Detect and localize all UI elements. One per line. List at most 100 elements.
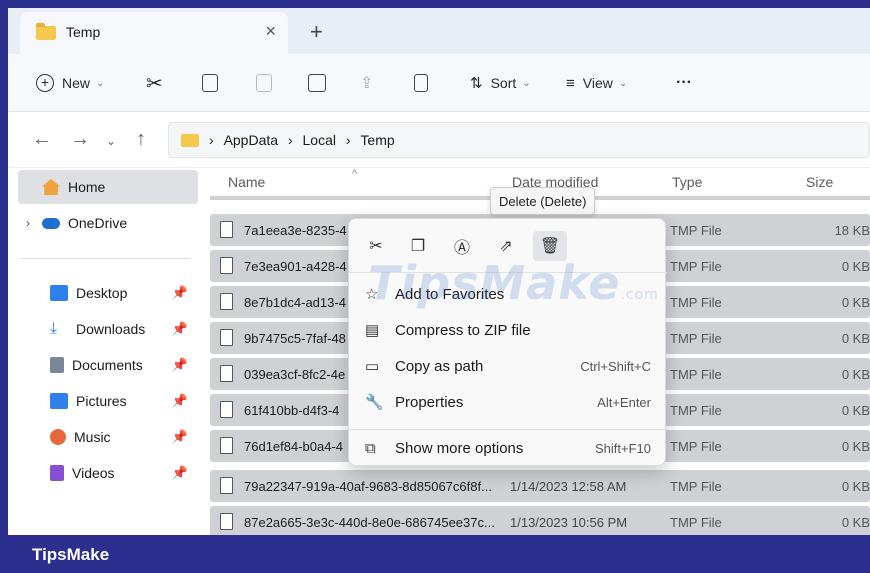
column-header-type[interactable]: Type bbox=[672, 174, 702, 190]
pin-icon[interactable]: 📌 bbox=[172, 465, 188, 481]
picture-icon bbox=[50, 393, 68, 409]
sidebar-item-pictures[interactable]: Pictures 📌 bbox=[18, 384, 198, 418]
music-icon bbox=[50, 429, 66, 445]
sidebar-item-desktop[interactable]: Desktop 📌 bbox=[18, 276, 198, 310]
column-header-name[interactable]: Name bbox=[228, 174, 265, 190]
column-header-size[interactable]: Size bbox=[806, 174, 833, 190]
recent-chevron-icon[interactable]: ⌄ bbox=[106, 134, 116, 148]
menu-item-properties[interactable]: 🔧 Properties Alt+Enter bbox=[349, 385, 667, 419]
sidebar-item-downloads[interactable]: ⤓ Downloads 📌 bbox=[18, 312, 198, 346]
chevron-down-icon: ⌄ bbox=[618, 77, 628, 89]
file-type: TMP File bbox=[670, 367, 722, 382]
close-tab-icon[interactable]: × bbox=[265, 21, 276, 42]
file-type: TMP File bbox=[670, 295, 722, 310]
sort-button[interactable]: ⇅ Sort ⌄ bbox=[470, 68, 531, 98]
share-button[interactable]: ⇪ bbox=[360, 68, 373, 98]
breadcrumb-separator: › bbox=[345, 132, 351, 148]
table-row[interactable]: 79a22347-919a-40af-9683-8d85067c6f8f... … bbox=[210, 470, 870, 502]
pin-icon[interactable]: 📌 bbox=[172, 429, 188, 445]
menu-item-compress-zip[interactable]: ▤ Compress to ZIP file bbox=[349, 313, 667, 347]
sidebar-item-onedrive[interactable]: › OneDrive bbox=[18, 206, 198, 240]
cut-button[interactable]: ✂ bbox=[146, 68, 163, 98]
explorer-window: Temp × + + New ⌄ ✂ ⇪ ⇅ Sort ⌄ ≡ View ⌄ ·… bbox=[8, 0, 870, 535]
document-icon bbox=[50, 357, 64, 373]
trash-icon bbox=[414, 74, 428, 92]
sort-label: Sort bbox=[490, 75, 517, 91]
file-type: TMP File bbox=[670, 403, 722, 418]
sort-caret-icon: ^ bbox=[352, 168, 358, 180]
pin-icon[interactable]: 📌 bbox=[172, 393, 188, 409]
file-icon bbox=[220, 437, 233, 454]
sidebar-item-music[interactable]: Music 📌 bbox=[18, 420, 198, 454]
menu-divider bbox=[349, 429, 667, 430]
more-button[interactable]: ··· bbox=[676, 68, 692, 98]
file-size: 0 KB bbox=[841, 439, 870, 454]
download-icon: ⤓ bbox=[50, 320, 58, 337]
view-button[interactable]: ≡ View ⌄ bbox=[566, 68, 627, 98]
new-button[interactable]: + New ⌄ bbox=[36, 68, 104, 98]
delete-button[interactable] bbox=[414, 68, 428, 98]
menu-item-shortcut: Shift+F10 bbox=[594, 440, 651, 456]
table-row[interactable]: 87e2a665-3e3c-440d-8e0e-686745ee37c... 1… bbox=[210, 506, 870, 535]
file-icon bbox=[220, 401, 233, 418]
file-name: 7e3ea901-a428-4 bbox=[244, 259, 347, 274]
file-type: TMP File bbox=[670, 515, 722, 530]
pin-icon[interactable]: 📌 bbox=[172, 357, 188, 373]
file-name: 9b7475c5-7faf-48 bbox=[244, 331, 346, 346]
menu-item-show-more-options[interactable]: ⧉ Show more options Shift+F10 bbox=[349, 431, 667, 465]
expand-chevron-icon: › bbox=[26, 216, 30, 230]
new-tab-button[interactable]: + bbox=[310, 19, 323, 45]
paste-button[interactable] bbox=[256, 68, 272, 98]
tab-temp[interactable]: Temp × bbox=[20, 12, 288, 54]
menu-item-copy-as-path[interactable]: ▭ Copy as path Ctrl+Shift+C bbox=[349, 349, 667, 383]
footer-banner: TipsMake bbox=[0, 535, 870, 573]
sort-icon: ⇅ bbox=[470, 75, 483, 92]
file-size: 0 KB bbox=[841, 259, 870, 274]
new-label: New bbox=[62, 75, 91, 91]
sidebar-item-label: OneDrive bbox=[68, 215, 128, 231]
folder-icon bbox=[181, 134, 199, 147]
file-name: 7a1eea3e-8235-4 bbox=[244, 223, 347, 238]
sidebar-item-documents[interactable]: Documents 📌 bbox=[18, 348, 198, 382]
up-arrow-icon[interactable]: ↑ bbox=[136, 128, 146, 151]
file-size: 0 KB bbox=[841, 367, 870, 382]
breadcrumb-appdata[interactable]: AppData bbox=[224, 132, 278, 148]
delete-tooltip: Delete (Delete) bbox=[490, 187, 596, 215]
breadcrumb-separator: › bbox=[209, 132, 214, 148]
file-icon bbox=[220, 365, 233, 382]
file-size: 0 KB bbox=[841, 403, 870, 418]
navigation-pane: Home › OneDrive Desktop 📌 ⤓ Downloads 📌 … bbox=[8, 168, 200, 535]
file-size: 0 KB bbox=[841, 295, 870, 310]
rename-button[interactable] bbox=[308, 68, 326, 98]
file-type: TMP File bbox=[670, 331, 722, 346]
file-size: 18 KB bbox=[834, 223, 870, 238]
file-type: TMP File bbox=[670, 223, 722, 238]
breadcrumb-temp[interactable]: Temp bbox=[360, 132, 394, 148]
breadcrumb: › AppData › Local › Temp bbox=[209, 132, 401, 148]
file-type: TMP File bbox=[670, 439, 722, 454]
copy-icon bbox=[202, 74, 218, 92]
watermark-text: TipsMake bbox=[368, 256, 621, 310]
copy-button[interactable] bbox=[202, 68, 218, 98]
scissors-icon: ✂ bbox=[146, 72, 163, 95]
sidebar-item-videos[interactable]: Videos 📌 bbox=[18, 456, 198, 490]
watermark-suffix: .com bbox=[620, 287, 659, 303]
pin-icon[interactable]: 📌 bbox=[172, 321, 188, 337]
chevron-down-icon: ⌄ bbox=[96, 77, 105, 89]
file-name: 79a22347-919a-40af-9683-8d85067c6f8f... bbox=[244, 479, 492, 494]
tab-bar: Temp × + bbox=[8, 0, 870, 54]
forward-arrow-icon[interactable]: → bbox=[70, 128, 90, 151]
chevron-down-icon: ⌄ bbox=[522, 77, 531, 89]
sidebar-divider bbox=[20, 258, 190, 259]
address-bar-area: ← → ⌄ ↑ › AppData › Local › Temp bbox=[8, 112, 870, 168]
view-label: View bbox=[582, 75, 613, 91]
back-arrow-icon[interactable]: ← bbox=[32, 128, 52, 151]
pin-icon[interactable]: 📌 bbox=[172, 285, 188, 301]
address-bar[interactable]: › AppData › Local › Temp bbox=[168, 122, 870, 158]
sidebar-item-home[interactable]: Home bbox=[18, 170, 198, 204]
menu-item-shortcut: Ctrl+Shift+C bbox=[580, 358, 651, 374]
file-size: 0 KB bbox=[841, 515, 870, 530]
rename-icon bbox=[308, 74, 326, 92]
breadcrumb-local[interactable]: Local bbox=[303, 132, 336, 148]
command-bar: + New ⌄ ✂ ⇪ ⇅ Sort ⌄ ≡ View ⌄ ··· bbox=[8, 54, 870, 112]
